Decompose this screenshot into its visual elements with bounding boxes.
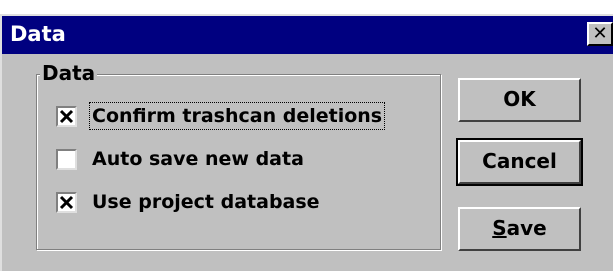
confirm-trashcan-deletions-option[interactable]: Confirm trashcan deletions <box>56 102 386 130</box>
use-project-database-checkbox[interactable] <box>56 191 77 213</box>
ok-button-label: OK <box>503 87 536 111</box>
groupbox-title: Data <box>40 61 98 85</box>
close-button[interactable]: ✕ <box>587 22 613 46</box>
checkmark-icon <box>59 109 74 123</box>
save-accelerator-letter: S <box>492 216 507 240</box>
window-title: Data <box>10 22 66 46</box>
save-button-label: ave <box>506 216 547 240</box>
checkmark-icon <box>59 195 74 209</box>
use-project-database-option[interactable]: Use project database <box>56 188 322 216</box>
confirm-trashcan-deletions-checkbox[interactable] <box>56 105 77 127</box>
auto-save-new-data-option[interactable]: Auto save new data <box>56 145 306 173</box>
save-button[interactable]: Save <box>458 207 581 251</box>
auto-save-new-data-checkbox[interactable] <box>56 148 77 170</box>
auto-save-new-data-label[interactable]: Auto save new data <box>90 146 306 172</box>
use-project-database-label[interactable]: Use project database <box>90 189 322 215</box>
cancel-button[interactable]: Cancel <box>456 138 583 186</box>
close-icon: ✕ <box>592 23 608 44</box>
cancel-button-label: Cancel <box>482 149 557 173</box>
ok-button[interactable]: OK <box>458 78 581 122</box>
title-bar: Data ✕ <box>2 16 613 54</box>
confirm-trashcan-deletions-label[interactable]: Confirm trashcan deletions <box>88 102 386 130</box>
